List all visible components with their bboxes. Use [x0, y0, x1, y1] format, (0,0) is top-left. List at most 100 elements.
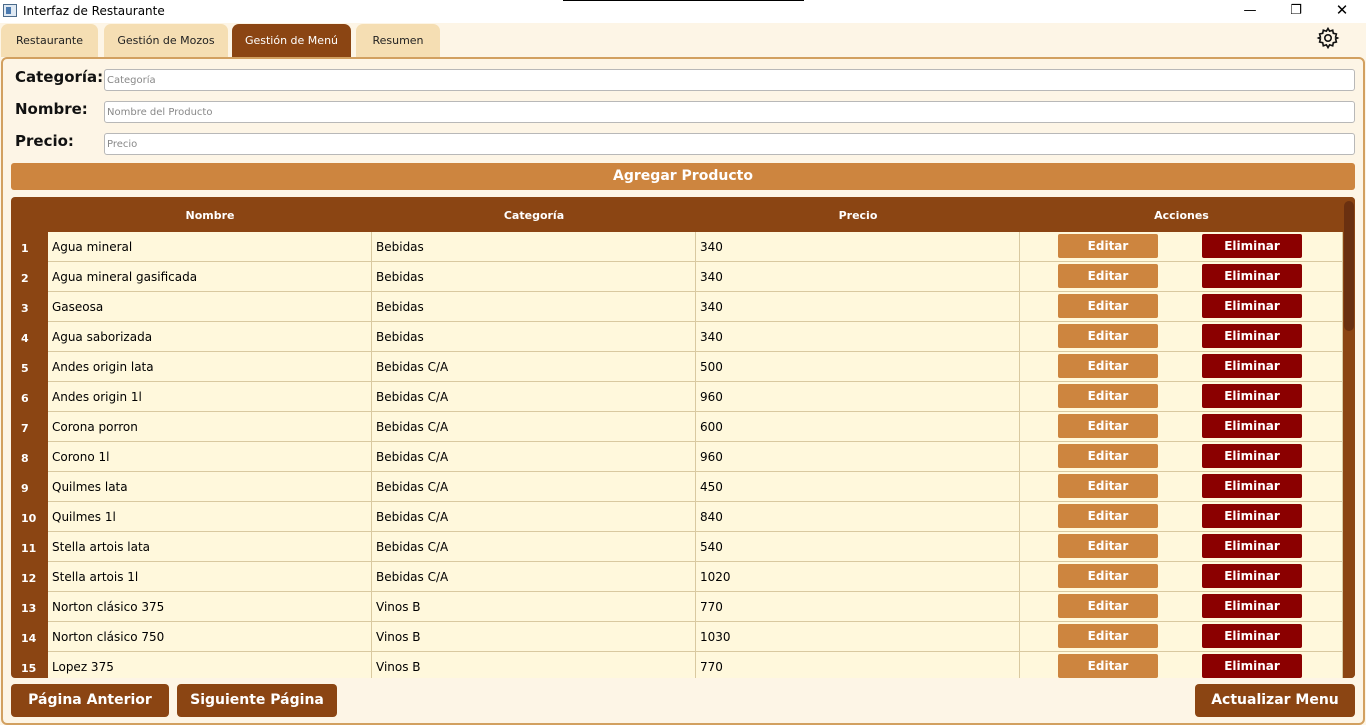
- delete-button[interactable]: Eliminar: [1202, 624, 1302, 648]
- edit-button[interactable]: Editar: [1058, 264, 1158, 288]
- delete-button[interactable]: Eliminar: [1202, 324, 1302, 348]
- edit-button[interactable]: Editar: [1058, 594, 1158, 618]
- delete-button[interactable]: Eliminar: [1202, 654, 1302, 678]
- edit-button[interactable]: Editar: [1058, 234, 1158, 258]
- delete-button[interactable]: Eliminar: [1202, 594, 1302, 618]
- actions-cell: Editar Eliminar: [1020, 592, 1343, 622]
- category-cell[interactable]: Vinos B: [372, 652, 696, 678]
- category-cell[interactable]: Bebidas: [372, 292, 696, 322]
- delete-button[interactable]: Eliminar: [1202, 264, 1302, 288]
- product-name-cell[interactable]: Corona porron: [48, 412, 372, 442]
- delete-button[interactable]: Eliminar: [1202, 294, 1302, 318]
- row-number: 7: [21, 422, 29, 435]
- edit-button[interactable]: Editar: [1058, 384, 1158, 408]
- close-button[interactable]: ✕: [1319, 0, 1365, 23]
- category-cell[interactable]: Bebidas C/A: [372, 352, 696, 382]
- delete-button[interactable]: Eliminar: [1202, 234, 1302, 258]
- category-cell[interactable]: Bebidas C/A: [372, 472, 696, 502]
- header-nombre[interactable]: Nombre: [48, 209, 372, 222]
- delete-button[interactable]: Eliminar: [1202, 534, 1302, 558]
- delete-button[interactable]: Eliminar: [1202, 444, 1302, 468]
- category-cell[interactable]: Vinos B: [372, 592, 696, 622]
- product-name-cell[interactable]: Norton clásico 750: [48, 622, 372, 652]
- edit-button[interactable]: Editar: [1058, 354, 1158, 378]
- edit-button[interactable]: Editar: [1058, 654, 1158, 678]
- price-input[interactable]: [104, 133, 1355, 155]
- price-cell[interactable]: 770: [696, 592, 1020, 622]
- price-cell[interactable]: 960: [696, 382, 1020, 412]
- price-cell[interactable]: 540: [696, 532, 1020, 562]
- edit-button[interactable]: Editar: [1058, 444, 1158, 468]
- product-name-cell[interactable]: Stella artois lata: [48, 532, 372, 562]
- delete-button[interactable]: Eliminar: [1202, 414, 1302, 438]
- maximize-button[interactable]: ❐: [1273, 0, 1319, 23]
- product-name-cell[interactable]: Stella artois 1l: [48, 562, 372, 592]
- next-page-button[interactable]: Siguiente Página: [177, 684, 337, 717]
- price-cell[interactable]: 340: [696, 262, 1020, 292]
- product-name-cell[interactable]: Quilmes lata: [48, 472, 372, 502]
- refresh-menu-button[interactable]: Actualizar Menu: [1195, 684, 1355, 717]
- price-cell[interactable]: 500: [696, 352, 1020, 382]
- product-name-cell[interactable]: Gaseosa: [48, 292, 372, 322]
- header-acciones[interactable]: Acciones: [1020, 209, 1343, 222]
- product-name-cell[interactable]: Andes origin lata: [48, 352, 372, 382]
- product-name-cell[interactable]: Norton clásico 375: [48, 592, 372, 622]
- category-cell[interactable]: Bebidas: [372, 232, 696, 262]
- product-name-cell[interactable]: Lopez 375: [48, 652, 372, 678]
- edit-button[interactable]: Editar: [1058, 564, 1158, 588]
- price-cell[interactable]: 340: [696, 322, 1020, 352]
- price-cell[interactable]: 1030: [696, 622, 1020, 652]
- previous-page-button[interactable]: Página Anterior: [11, 684, 169, 717]
- price-cell[interactable]: 450: [696, 472, 1020, 502]
- edit-button[interactable]: Editar: [1058, 504, 1158, 528]
- delete-button[interactable]: Eliminar: [1202, 564, 1302, 588]
- product-name-cell[interactable]: Agua saborizada: [48, 322, 372, 352]
- edit-button[interactable]: Editar: [1058, 474, 1158, 498]
- delete-button[interactable]: Eliminar: [1202, 384, 1302, 408]
- category-cell[interactable]: Bebidas C/A: [372, 412, 696, 442]
- edit-button[interactable]: Editar: [1058, 324, 1158, 348]
- delete-button[interactable]: Eliminar: [1202, 504, 1302, 528]
- tab-gestion-mozos[interactable]: Gestión de Mozos: [104, 24, 228, 57]
- product-name-cell[interactable]: Agua mineral: [48, 232, 372, 262]
- category-cell[interactable]: Bebidas: [372, 322, 696, 352]
- delete-button[interactable]: Eliminar: [1202, 354, 1302, 378]
- category-cell[interactable]: Bebidas C/A: [372, 562, 696, 592]
- category-cell[interactable]: Bebidas C/A: [372, 502, 696, 532]
- delete-button[interactable]: Eliminar: [1202, 474, 1302, 498]
- price-cell[interactable]: 960: [696, 442, 1020, 472]
- price-cell[interactable]: 840: [696, 502, 1020, 532]
- edit-button[interactable]: Editar: [1058, 624, 1158, 648]
- table-row: 13 Norton clásico 375 Vinos B 770 Editar Elim…: [11, 592, 1343, 622]
- category-cell[interactable]: Bebidas C/A: [372, 382, 696, 412]
- edit-button[interactable]: Editar: [1058, 294, 1158, 318]
- gear-icon[interactable]: [1316, 26, 1340, 50]
- product-name-cell[interactable]: Corono 1l: [48, 442, 372, 472]
- price-cell[interactable]: 1020: [696, 562, 1020, 592]
- category-input[interactable]: [104, 69, 1355, 91]
- minimize-button[interactable]: —: [1227, 0, 1273, 23]
- tab-gestion-menu[interactable]: Gestión de Menú: [232, 24, 351, 57]
- header-categoria[interactable]: Categoría: [372, 209, 696, 222]
- edit-button[interactable]: Editar: [1058, 534, 1158, 558]
- category-cell[interactable]: Bebidas C/A: [372, 442, 696, 472]
- actions-cell: Editar Eliminar: [1020, 352, 1343, 382]
- add-product-button[interactable]: Agregar Producto: [11, 163, 1355, 190]
- edit-button[interactable]: Editar: [1058, 414, 1158, 438]
- price-cell[interactable]: 340: [696, 292, 1020, 322]
- product-name-cell[interactable]: Quilmes 1l: [48, 502, 372, 532]
- category-cell[interactable]: Bebidas C/A: [372, 532, 696, 562]
- category-cell[interactable]: Vinos B: [372, 622, 696, 652]
- tab-restaurante[interactable]: Restaurante: [1, 24, 98, 57]
- product-name-cell[interactable]: Andes origin 1l: [48, 382, 372, 412]
- header-precio[interactable]: Precio: [696, 209, 1020, 222]
- price-cell[interactable]: 770: [696, 652, 1020, 678]
- product-name-cell[interactable]: Agua mineral gasificada: [48, 262, 372, 292]
- scrollbar-thumb[interactable]: [1344, 201, 1354, 331]
- product-name-input[interactable]: [104, 101, 1355, 123]
- price-cell[interactable]: 340: [696, 232, 1020, 262]
- price-cell[interactable]: 600: [696, 412, 1020, 442]
- tab-resumen[interactable]: Resumen: [356, 24, 440, 57]
- table-scrollbar[interactable]: [1343, 197, 1355, 678]
- category-cell[interactable]: Bebidas: [372, 262, 696, 292]
